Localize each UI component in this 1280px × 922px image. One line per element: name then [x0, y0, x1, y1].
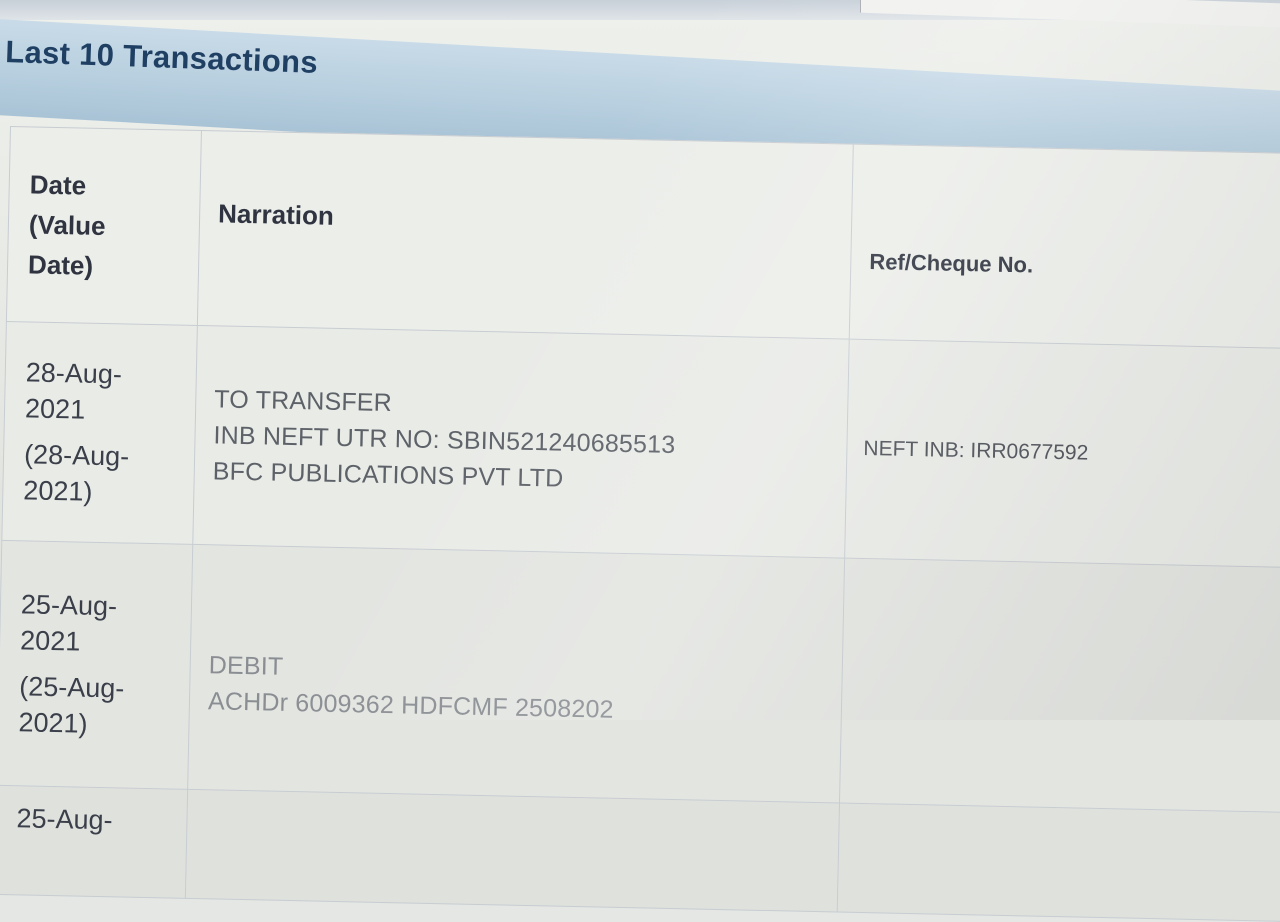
narration-line: DEBIT	[208, 651, 284, 681]
table-row: 25-Aug- 2021 (25-Aug- 2021) DEBIT ACHDr …	[0, 540, 1280, 813]
transactions-table: Date (Value Date) Narration Ref/Cheque N…	[0, 126, 1280, 922]
header-date-line: (Value	[28, 209, 106, 242]
date-line: 28-Aug-	[25, 357, 123, 390]
column-header-date: Date (Value Date)	[6, 126, 202, 326]
table-row: 28-Aug- 2021 (28-Aug- 2021) TO TRANSFER …	[1, 321, 1280, 568]
browser-page: Last 10 Transactions Date (Value Date) N…	[0, 0, 1280, 922]
ref-cell: NEFT INB: IRR0677592	[844, 339, 1280, 568]
header-date-line: Date	[29, 169, 87, 201]
narration-cell: TO TRANSFER INB NEFT UTR NO: SBIN5212406…	[192, 325, 850, 559]
column-header-ref: Ref/Cheque No.	[849, 144, 1280, 349]
date-line: 2021	[24, 393, 86, 425]
top-tab	[860, 0, 1280, 28]
narration-cell: DEBIT ACHDr 6009362 HDFCMF 2508202	[187, 544, 845, 804]
table-header-row: Date (Value Date) Narration Ref/Cheque N…	[6, 126, 1280, 349]
value-date-line: 2021)	[18, 707, 88, 739]
transactions-table-container: Date (Value Date) Narration Ref/Cheque N…	[0, 126, 1280, 922]
narration-line: TO TRANSFER	[214, 385, 393, 418]
date-cell: 25-Aug-	[0, 785, 188, 899]
date-cell: 28-Aug- 2021 (28-Aug- 2021)	[1, 321, 198, 545]
value-date: (28-Aug- 2021)	[23, 436, 174, 511]
date-line: 25-Aug-	[20, 589, 118, 622]
date-line: 2021	[19, 625, 81, 657]
value-date: (25-Aug- 2021)	[18, 668, 169, 743]
date-cell: 25-Aug- 2021 (25-Aug- 2021)	[0, 540, 193, 790]
narration-cell	[185, 789, 840, 912]
date-line: 25-Aug-	[16, 803, 113, 836]
narration-line: BFC PUBLICATIONS PVT LTD	[212, 457, 564, 493]
narration-line: INB NEFT UTR NO: SBIN521240685513	[213, 421, 676, 460]
narration-line: ACHDr 6009362 HDFCMF 2508202	[207, 687, 614, 724]
ref-cell	[837, 803, 1280, 922]
value-date-line: (28-Aug-	[23, 439, 130, 472]
column-header-narration: Narration	[197, 130, 854, 340]
value-date-line: (25-Aug-	[18, 671, 125, 704]
header-date-line: Date)	[27, 249, 94, 281]
ref-cell	[839, 558, 1280, 813]
value-date-line: 2021)	[23, 475, 93, 507]
